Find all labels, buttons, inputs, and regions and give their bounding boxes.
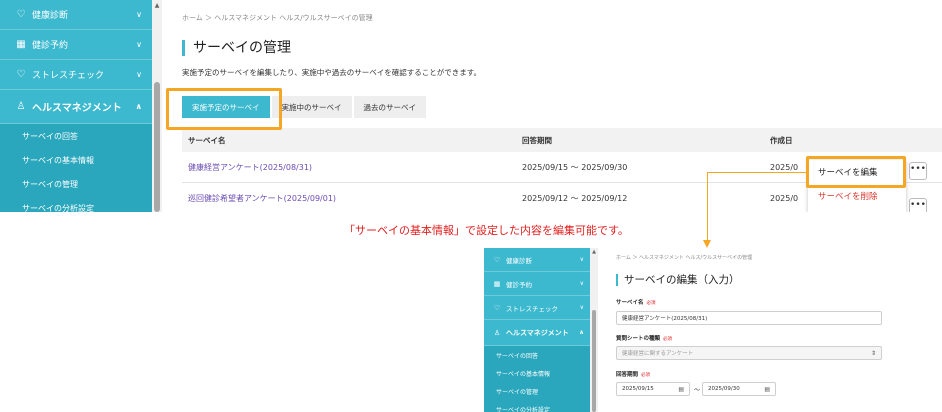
chevron-down-icon: ∨	[136, 10, 142, 19]
sidebar-item-health-management[interactable]: ♙ ヘルスマネジメント ∧	[0, 90, 152, 124]
sidebar-item-stress-check[interactable]: ♡ ストレスチェック ∨	[484, 296, 590, 320]
sidebar-item-label: 健康診断	[32, 11, 69, 21]
column-header-name: サーベイ名	[188, 135, 226, 145]
end-date-value: 2025/09/30	[708, 386, 740, 392]
question-sheet-select[interactable]: 健康経営に関するアンケート ⇕	[616, 346, 882, 360]
sidebar-subitem-survey-analysis[interactable]: サーベイの分析設定	[0, 196, 152, 213]
main-screenshot: ♡ 健康診断 ∨ ▦ 健診予約 ∨ ♡ ストレスチェック ∨ ♙ ヘルスマネジメ…	[0, 0, 942, 212]
annotation-arrow-line	[707, 172, 708, 242]
survey-name-link[interactable]: 巡回健診希望者アンケート(2025/09/01)	[182, 193, 522, 204]
scroll-up-icon[interactable]: ▲	[152, 0, 162, 12]
chevron-up-icon: ∧	[135, 102, 143, 111]
chevron-down-icon: ∨	[579, 256, 584, 263]
page-title: サーベイの編集（入力）	[616, 274, 740, 286]
sidebar-subitem-survey-basic-info[interactable]: サーベイの基本情報	[484, 364, 590, 382]
column-header-created: 作成日	[770, 135, 793, 145]
stethoscope-icon: ♡	[493, 255, 501, 264]
breadcrumb: ホーム ＞ ヘルスマネジメント ヘルス/ウルスサーベイの管理	[182, 14, 373, 22]
sidebar-submenu: サーベイの回答 サーベイの基本情報 サーベイの管理 サーベイの分析設定	[0, 124, 152, 212]
sidebar-item-checkup-booking[interactable]: ▦ 健診予約 ∨	[0, 30, 152, 60]
end-date-input[interactable]: 2025/09/30 ▤	[702, 382, 776, 396]
date-range-separator: ～	[694, 387, 701, 394]
sidebar-item-health-management[interactable]: ♙ ヘルスマネジメント ∧	[484, 320, 590, 346]
column-header-period: 回答期間	[522, 135, 552, 145]
sidebar-item-label: ストレスチェック	[32, 71, 105, 81]
select-value: 健康経営に関するアンケート	[622, 351, 694, 357]
page-description: 実施予定のサーベイを編集したり、実施中や過去のサーベイを確認することができます。	[182, 68, 481, 77]
person-icon: ♙	[493, 328, 501, 337]
sidebar-subitem-survey-basic-info[interactable]: サーベイの基本情報	[0, 148, 152, 172]
annotation-caption: 「サーベイの基本情報」で設定した内容を編集可能です。	[344, 224, 629, 237]
heart-icon: ♡	[16, 69, 26, 80]
chevron-down-icon: ∨	[579, 280, 584, 287]
chevron-up-icon: ∧	[579, 329, 584, 336]
chevron-down-icon: ∨	[579, 304, 584, 311]
scrollbar-thumb[interactable]	[154, 82, 160, 212]
edit-content: ホーム ＞ ヘルスマネジメント ヘルス/ウルスサーベイの管理 サーベイの編集（入…	[608, 248, 884, 412]
survey-period: 2025/09/15 ～ 2025/09/30	[522, 162, 628, 172]
field-label-text: 質問シートの種類	[616, 336, 661, 342]
calendar-icon[interactable]: ▤	[678, 386, 684, 393]
start-date-value: 2025/09/15	[622, 386, 654, 392]
survey-period: 2025/09/12 ～ 2025/09/12	[522, 193, 628, 203]
required-badge: 必須	[646, 301, 656, 306]
survey-name-label: サーベイ名 必須	[616, 298, 656, 306]
field-label-text: 回答期間	[616, 372, 639, 378]
highlight-box-edit	[806, 156, 906, 188]
tab-active-surveys[interactable]: 実施中のサーベイ	[271, 96, 352, 118]
sidebar-subitem-survey-management[interactable]: サーベイの管理	[0, 172, 152, 196]
sidebar-item-label: ストレスチェック	[506, 304, 558, 313]
stethoscope-icon: ♡	[16, 9, 26, 20]
calendar-icon: ▦	[493, 279, 501, 288]
sidebar-subitem-survey-answer[interactable]: サーベイの回答	[0, 124, 152, 148]
sidebar-item-stress-check[interactable]: ♡ ストレスチェック ∨	[0, 60, 152, 90]
chevron-down-icon: ∨	[136, 40, 142, 49]
highlight-box-tab	[166, 88, 282, 130]
survey-name-input[interactable]: 健康経営アンケート(2025/08/31)	[616, 311, 882, 325]
sidebar-item-health-checkup[interactable]: ♡ 健康診断 ∨	[484, 248, 590, 272]
sidebar-submenu: サーベイの回答 サーベイの基本情報 サーベイの管理 サーベイの分析設定	[484, 346, 590, 412]
survey-name-link[interactable]: 健康経営アンケート(2025/08/31)	[182, 162, 522, 173]
required-badge: 必須	[663, 337, 673, 342]
sidebar-subitem-survey-management[interactable]: サーベイの管理	[484, 382, 590, 400]
sidebar: ♡ 健康診断 ∨ ▦ 健診予約 ∨ ♡ ストレスチェック ∨ ♙ ヘルスマネジメ…	[0, 0, 152, 212]
sidebar-item-label: 健診予約	[506, 280, 532, 289]
answer-period-label: 回答期間 必須	[616, 370, 650, 378]
sidebar-item-label: ヘルスマネジメント	[506, 328, 569, 337]
select-caret-icon: ⇕	[870, 349, 876, 357]
scroll-up-icon[interactable]: ▲	[590, 248, 598, 257]
sidebar-item-label: 健康診断	[506, 256, 532, 265]
breadcrumb: ホーム ＞ ヘルスマネジメント ヘルス/ウルスサーベイの管理	[616, 255, 753, 261]
page-title: サーベイの管理	[182, 40, 291, 56]
chevron-down-icon: ∨	[136, 70, 142, 79]
tab-past-surveys[interactable]: 過去のサーベイ	[353, 96, 426, 118]
annotation-arrow-head	[703, 240, 711, 248]
person-icon: ♙	[16, 101, 26, 112]
calendar-icon[interactable]: ▤	[764, 386, 770, 393]
annotation-arrow-line	[707, 172, 807, 173]
row-more-button[interactable]: •••	[909, 162, 927, 180]
scrollbar-thumb[interactable]	[592, 310, 596, 412]
sidebar-scrollbar[interactable]: ▲	[590, 248, 598, 412]
sidebar: ♡ 健康診断 ∨ ▦ 健診予約 ∨ ♡ ストレスチェック ∨ ♙ ヘルスマネジメ…	[484, 248, 590, 412]
sidebar-scrollbar[interactable]: ▲	[152, 0, 162, 212]
field-label-text: サーベイ名	[616, 300, 644, 306]
question-sheet-label: 質問シートの種類 必須	[616, 334, 672, 342]
sidebar-item-label: 健診予約	[32, 41, 69, 51]
required-badge: 必須	[641, 373, 651, 378]
sidebar-item-health-checkup[interactable]: ♡ 健康診断 ∨	[0, 0, 152, 30]
row-more-button[interactable]: •••	[909, 198, 927, 212]
sidebar-item-checkup-booking[interactable]: ▦ 健診予約 ∨	[484, 272, 590, 296]
sidebar-item-label: ヘルスマネジメント	[32, 103, 122, 114]
heart-icon: ♡	[493, 303, 501, 312]
sidebar-subitem-survey-analysis[interactable]: サーベイの分析設定	[484, 400, 590, 412]
edit-screenshot: ♡ 健康診断 ∨ ▦ 健診予約 ∨ ♡ ストレスチェック ∨ ♙ ヘルスマネジメ…	[484, 248, 884, 412]
calendar-icon: ▦	[16, 39, 26, 50]
start-date-input[interactable]: 2025/09/15 ▤	[616, 382, 690, 396]
sidebar-subitem-survey-answer[interactable]: サーベイの回答	[484, 346, 590, 364]
table-header: サーベイ名 回答期間 作成日	[182, 128, 942, 152]
